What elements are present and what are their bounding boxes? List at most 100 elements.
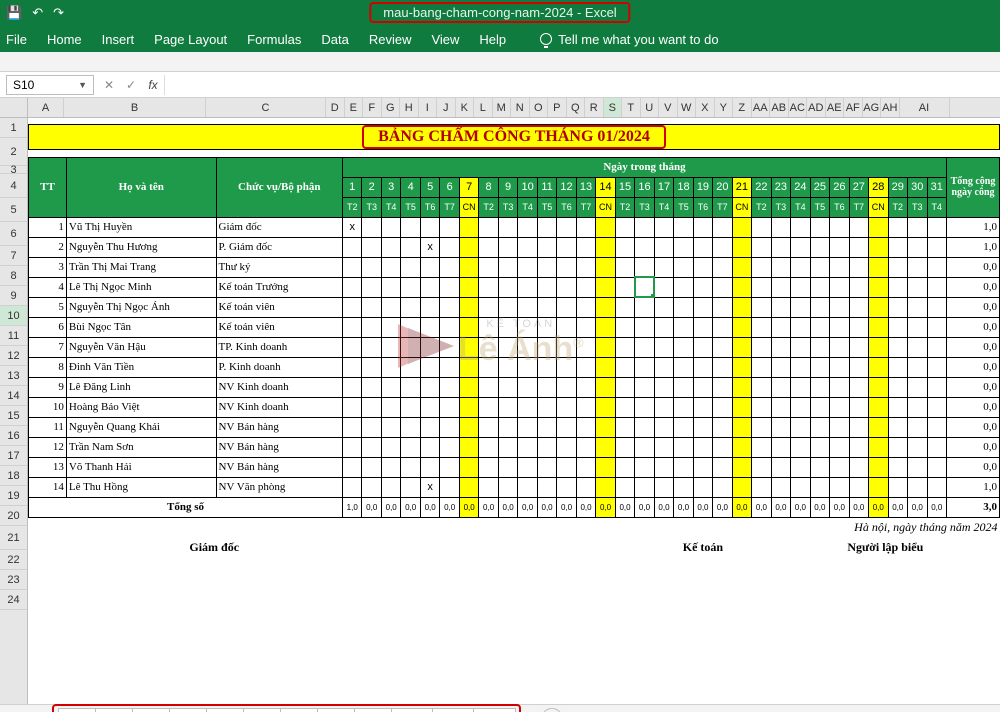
cell-day[interactable] (752, 357, 771, 377)
col-header-U[interactable]: U (641, 98, 660, 117)
cell-day[interactable] (537, 217, 556, 237)
cell-day[interactable] (342, 457, 361, 477)
cell-day[interactable] (849, 237, 868, 257)
cell-day[interactable] (635, 317, 654, 337)
col-header-B[interactable]: B (64, 98, 206, 117)
totals-day[interactable]: 0,0 (440, 497, 459, 517)
col-header-AC[interactable]: AC (789, 98, 808, 117)
cell-day[interactable] (537, 237, 556, 257)
cell-day[interactable] (518, 457, 537, 477)
cell-day[interactable] (381, 417, 400, 437)
cell-day[interactable] (596, 257, 615, 277)
row-header-7[interactable]: 7 (0, 246, 27, 266)
cell-day[interactable] (518, 257, 537, 277)
cell-day[interactable] (557, 437, 576, 457)
cell-day[interactable] (342, 357, 361, 377)
cell-day[interactable] (518, 437, 537, 457)
cell-day[interactable] (693, 257, 712, 277)
cell-day[interactable] (635, 237, 654, 257)
cell-day[interactable]: x (420, 477, 439, 497)
cell-day[interactable] (732, 277, 751, 297)
cell-day[interactable] (440, 377, 459, 397)
cell-day[interactable] (888, 397, 907, 417)
col-header-O[interactable]: O (530, 98, 549, 117)
cell-day[interactable] (479, 397, 498, 417)
cell-day[interactable] (420, 417, 439, 437)
cell-day[interactable] (830, 337, 849, 357)
cell-day[interactable] (557, 337, 576, 357)
cell-day[interactable] (849, 297, 868, 317)
cell-day[interactable] (927, 437, 946, 457)
row-header-13[interactable]: 13 (0, 366, 27, 386)
cell-day[interactable] (732, 357, 751, 377)
cell-day[interactable] (420, 297, 439, 317)
cell-day[interactable] (654, 377, 673, 397)
cell-day[interactable] (908, 237, 927, 257)
cell-day[interactable] (459, 237, 478, 257)
col-header-L[interactable]: L (474, 98, 493, 117)
cell-day[interactable] (440, 417, 459, 437)
col-header-Y[interactable]: Y (715, 98, 734, 117)
cell-day[interactable] (440, 257, 459, 277)
sheet-tab-T9[interactable]: T9 (354, 708, 392, 712)
cell-day[interactable] (557, 277, 576, 297)
cell-day[interactable] (849, 317, 868, 337)
cell-day[interactable] (459, 357, 478, 377)
cell-day[interactable] (596, 217, 615, 237)
cell-day[interactable] (596, 457, 615, 477)
cell-day[interactable] (849, 457, 868, 477)
cell-role[interactable]: Kế toán viên (216, 317, 342, 337)
row-header-23[interactable]: 23 (0, 570, 27, 590)
cell-role[interactable]: NV Kinh doanh (216, 377, 342, 397)
cell-day[interactable] (459, 217, 478, 237)
totals-day[interactable]: 0,0 (732, 497, 751, 517)
cell-day[interactable]: x (420, 237, 439, 257)
cell-day[interactable] (849, 437, 868, 457)
ribbon-tab-review[interactable]: Review (369, 32, 412, 47)
cell-day[interactable] (342, 377, 361, 397)
col-header-AI[interactable]: AI (900, 98, 950, 117)
cell-day[interactable] (674, 457, 693, 477)
cell-day[interactable] (908, 417, 927, 437)
ribbon-tab-home[interactable]: Home (47, 32, 82, 47)
cell-day[interactable] (654, 417, 673, 437)
cell-day[interactable] (362, 317, 381, 337)
cell-day[interactable] (440, 397, 459, 417)
cell-day[interactable] (752, 297, 771, 317)
cell-name[interactable]: Đinh Văn Tiền (66, 357, 216, 377)
cell-day[interactable] (576, 217, 595, 237)
cell-day[interactable] (830, 397, 849, 417)
cell-day[interactable] (615, 357, 634, 377)
cell-name[interactable]: Nguyễn Thu Hương (66, 237, 216, 257)
cell-day[interactable] (830, 237, 849, 257)
cell-day[interactable] (498, 257, 517, 277)
cell-day[interactable] (537, 357, 556, 377)
col-header-AH[interactable]: AH (881, 98, 900, 117)
cell-day[interactable] (849, 397, 868, 417)
cell-day[interactable] (752, 317, 771, 337)
cell-day[interactable] (830, 377, 849, 397)
cell-day[interactable] (771, 477, 790, 497)
cell-role[interactable]: P. Kinh doanh (216, 357, 342, 377)
col-header-AA[interactable]: AA (752, 98, 771, 117)
row-header-9[interactable]: 9 (0, 286, 27, 306)
cell-day[interactable] (849, 357, 868, 377)
cell-day[interactable] (401, 357, 420, 377)
cell-day[interactable] (713, 317, 732, 337)
cell-day[interactable] (479, 217, 498, 237)
cell-day[interactable] (849, 277, 868, 297)
totals-day[interactable]: 0,0 (752, 497, 771, 517)
cell-day[interactable] (927, 417, 946, 437)
cell-day[interactable] (732, 417, 751, 437)
cell-day[interactable] (771, 217, 790, 237)
cell-day[interactable] (674, 357, 693, 377)
cell-total[interactable]: 0,0 (947, 357, 1000, 377)
cell-day[interactable] (596, 437, 615, 457)
cell-day[interactable] (596, 357, 615, 377)
cell-day[interactable] (440, 337, 459, 357)
sheet-tab-T10[interactable]: T10 (391, 708, 434, 712)
cell-day[interactable] (576, 437, 595, 457)
cell-name[interactable]: Trần Nam Sơn (66, 437, 216, 457)
cell-day[interactable] (752, 417, 771, 437)
cell-day[interactable] (537, 417, 556, 437)
